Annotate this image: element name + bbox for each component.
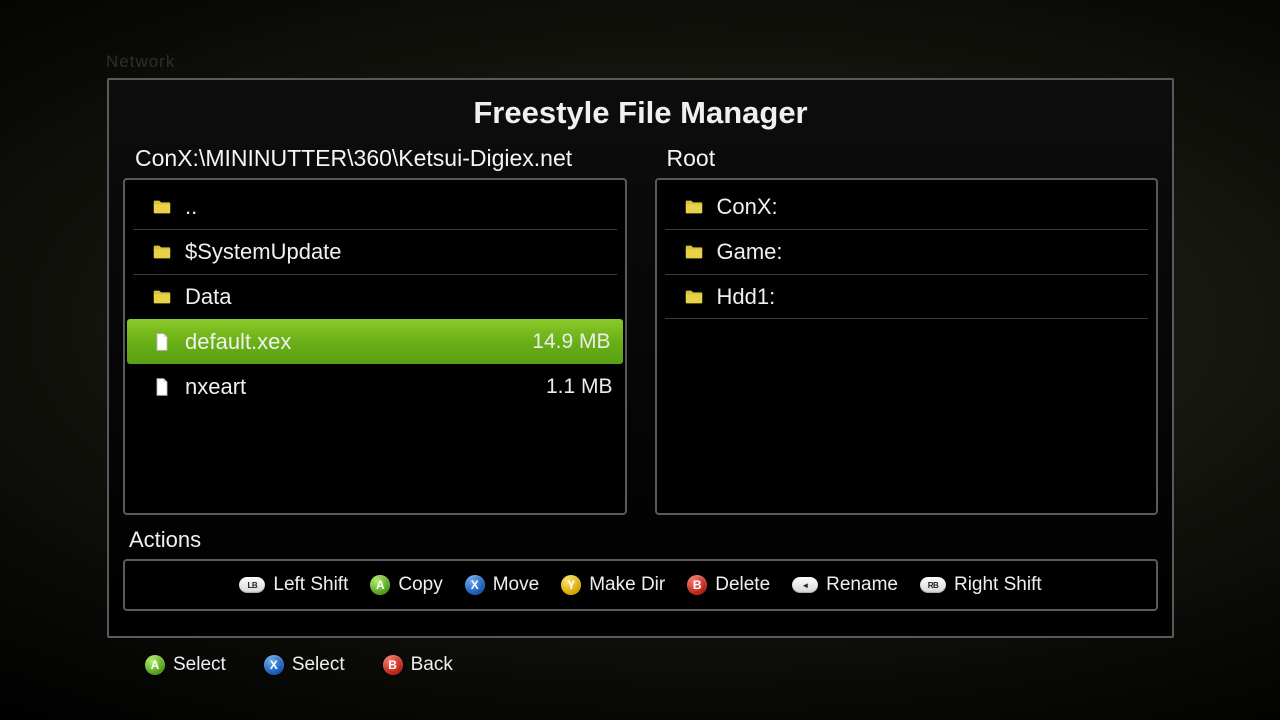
file-name: Game: [717,239,1145,265]
lb-icon: LB [239,577,265,593]
rb-icon: RB [920,577,946,593]
action-makedir[interactable]: Y Make Dir [561,574,665,596]
action-label: Delete [715,574,770,596]
file-name: ConX: [717,194,1145,220]
left-pane: .. $SystemUpdate Data [123,178,627,515]
left-pane-column: ConX:\MININUTTER\360\Ketsui-Digiex.net .… [123,143,627,515]
list-item[interactable]: ConX: [657,184,1157,229]
list-item[interactable]: Hdd1: [657,274,1157,319]
action-label: Make Dir [589,574,665,596]
x-button-icon: X [264,655,284,675]
left-path: ConX:\MININUTTER\360\Ketsui-Digiex.net [123,143,627,178]
hint-label: Select [173,654,226,676]
action-label: Move [493,574,539,596]
action-label: Rename [826,574,898,596]
window-title: Freestyle File Manager [109,80,1172,143]
x-button-icon: X [465,575,485,595]
list-item[interactable]: $SystemUpdate [125,229,625,274]
drive-icon [683,196,705,218]
right-pane-column: Root ConX: Game: [655,143,1159,515]
actions-bar: LB Left Shift A Copy X Move Y Make Dir B… [123,559,1158,611]
action-copy[interactable]: A Copy [370,574,442,596]
footer-hint-x[interactable]: X Select [264,654,345,676]
file-manager-window: Freestyle File Manager ConX:\MININUTTER\… [107,78,1174,638]
footer-hint-a[interactable]: A Select [145,654,226,676]
action-delete[interactable]: B Delete [687,574,770,596]
file-icon [151,376,173,398]
action-rename[interactable]: ◄ Rename [792,574,898,596]
action-label: Left Shift [273,574,348,596]
back-icon: ◄ [792,577,818,593]
actions-heading: Actions [109,515,1172,559]
action-left-shift[interactable]: LB Left Shift [239,574,348,596]
file-name: default.xex [185,329,532,355]
drive-icon [683,286,705,308]
folder-icon [151,241,173,263]
list-item[interactable]: default.xex 14.9 MB [127,319,623,364]
folder-icon [151,286,173,308]
list-item[interactable]: .. [125,184,625,229]
file-name: .. [185,194,613,220]
file-name: $SystemUpdate [185,239,613,265]
file-name: Data [185,284,613,310]
right-pane: ConX: Game: Hdd1: [655,178,1159,515]
list-item[interactable]: Data [125,274,625,319]
action-right-shift[interactable]: RB Right Shift [920,574,1042,596]
right-path: Root [655,143,1159,178]
a-button-icon: A [370,575,390,595]
hint-label: Back [411,654,453,676]
bg-hint-network: Network [106,52,175,72]
file-size: 14.9 MB [532,330,610,354]
list-item[interactable]: Game: [657,229,1157,274]
b-button-icon: B [383,655,403,675]
list-item[interactable]: nxeart 1.1 MB [125,364,625,409]
file-name: nxeart [185,374,546,400]
action-label: Right Shift [954,574,1042,596]
footer-hints: A Select X Select B Back [145,654,453,676]
file-size: 1.1 MB [546,375,613,399]
file-name: Hdd1: [717,284,1145,310]
footer-hint-b[interactable]: B Back [383,654,453,676]
hint-label: Select [292,654,345,676]
file-icon [151,331,173,353]
action-move[interactable]: X Move [465,574,539,596]
folder-icon [151,196,173,218]
b-button-icon: B [687,575,707,595]
action-label: Copy [398,574,442,596]
drive-icon [683,241,705,263]
a-button-icon: A [145,655,165,675]
y-button-icon: Y [561,575,581,595]
